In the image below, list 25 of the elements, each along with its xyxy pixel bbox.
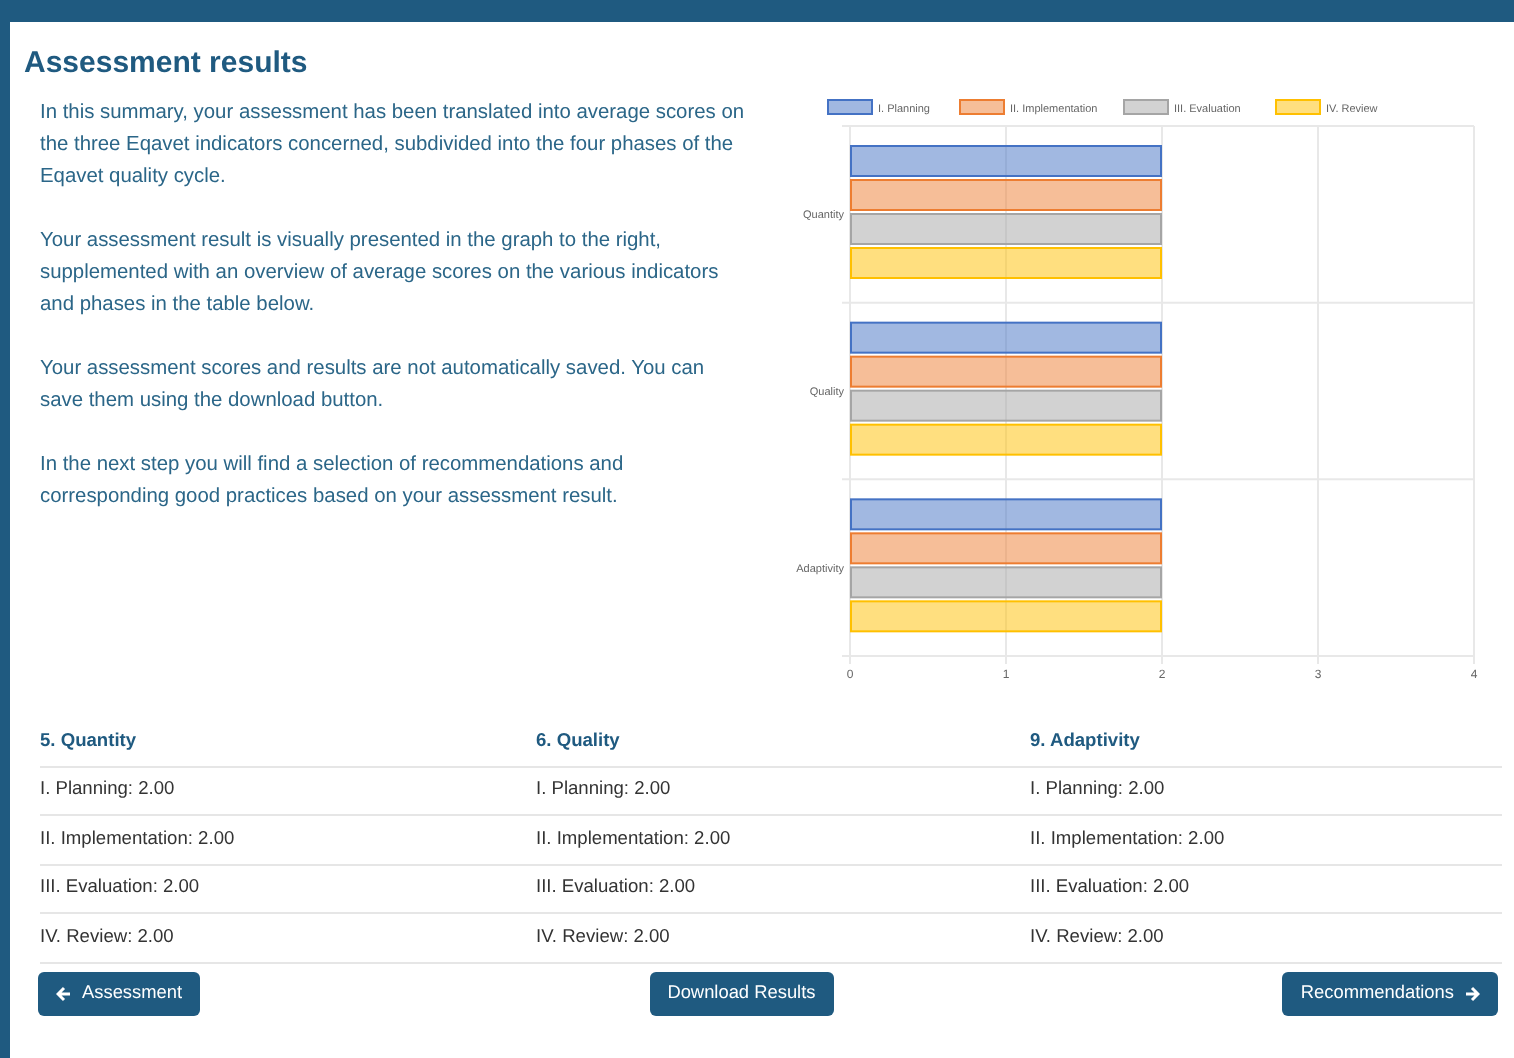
intro-paragraph: In the next step you will find a selection of recommendations and corresponding good practices based on your assessment result. bbox=[40, 452, 626, 512]
table-cell: I. Planning: 2.00 bbox=[40, 767, 536, 816]
nav-button[interactable]: Assessment bbox=[38, 971, 201, 1015]
table-cell: IV. Review: 2.00 bbox=[1030, 914, 1502, 963]
table-cell: II. Implementation: 2.00 bbox=[536, 816, 1030, 865]
table-cell: II. Implementation: 2.00 bbox=[1030, 816, 1502, 865]
table-cell: I. Planning: 2.00 bbox=[1030, 767, 1502, 816]
column-header: 9. Adaptivity bbox=[1030, 718, 1502, 767]
table-cell: III. Evaluation: 2.00 bbox=[1030, 865, 1502, 914]
intro-paragraph: Your assessment scores and results are not automatically saved. You can save them using the download button. bbox=[40, 356, 707, 416]
table-cell: I. Planning: 2.00 bbox=[536, 767, 1030, 816]
page-title: Assessment results bbox=[24, 46, 310, 82]
table-cell: II. Implementation: 2.00 bbox=[40, 816, 536, 865]
arrow-left-icon bbox=[56, 985, 72, 1001]
table-cell: IV. Review: 2.00 bbox=[40, 914, 536, 963]
table-cell: III. Evaluation: 2.00 bbox=[536, 865, 1030, 914]
table-cell: IV. Review: 2.00 bbox=[536, 914, 1030, 963]
column-header: 6. Quality bbox=[536, 718, 1030, 767]
column-header: 5. Quantity bbox=[40, 718, 536, 767]
nav-button[interactable]: Recommendations bbox=[1282, 971, 1498, 1015]
intro-paragraph: In this summary, your assessment has been translated into average scores on the three Eqavet indicators concerned, subdivided into the four phases of the Eqavet quality cycle. bbox=[40, 100, 747, 192]
arrow-right-icon bbox=[1464, 985, 1480, 1001]
table-cell: III. Evaluation: 2.00 bbox=[40, 865, 536, 914]
intro-paragraph: Your assessment result is visually presented in the graph to the right, supplemented with an overview of average scores on the various indicators and phases in the table below. bbox=[40, 228, 721, 320]
nav-button[interactable]: Download Results bbox=[649, 971, 834, 1015]
